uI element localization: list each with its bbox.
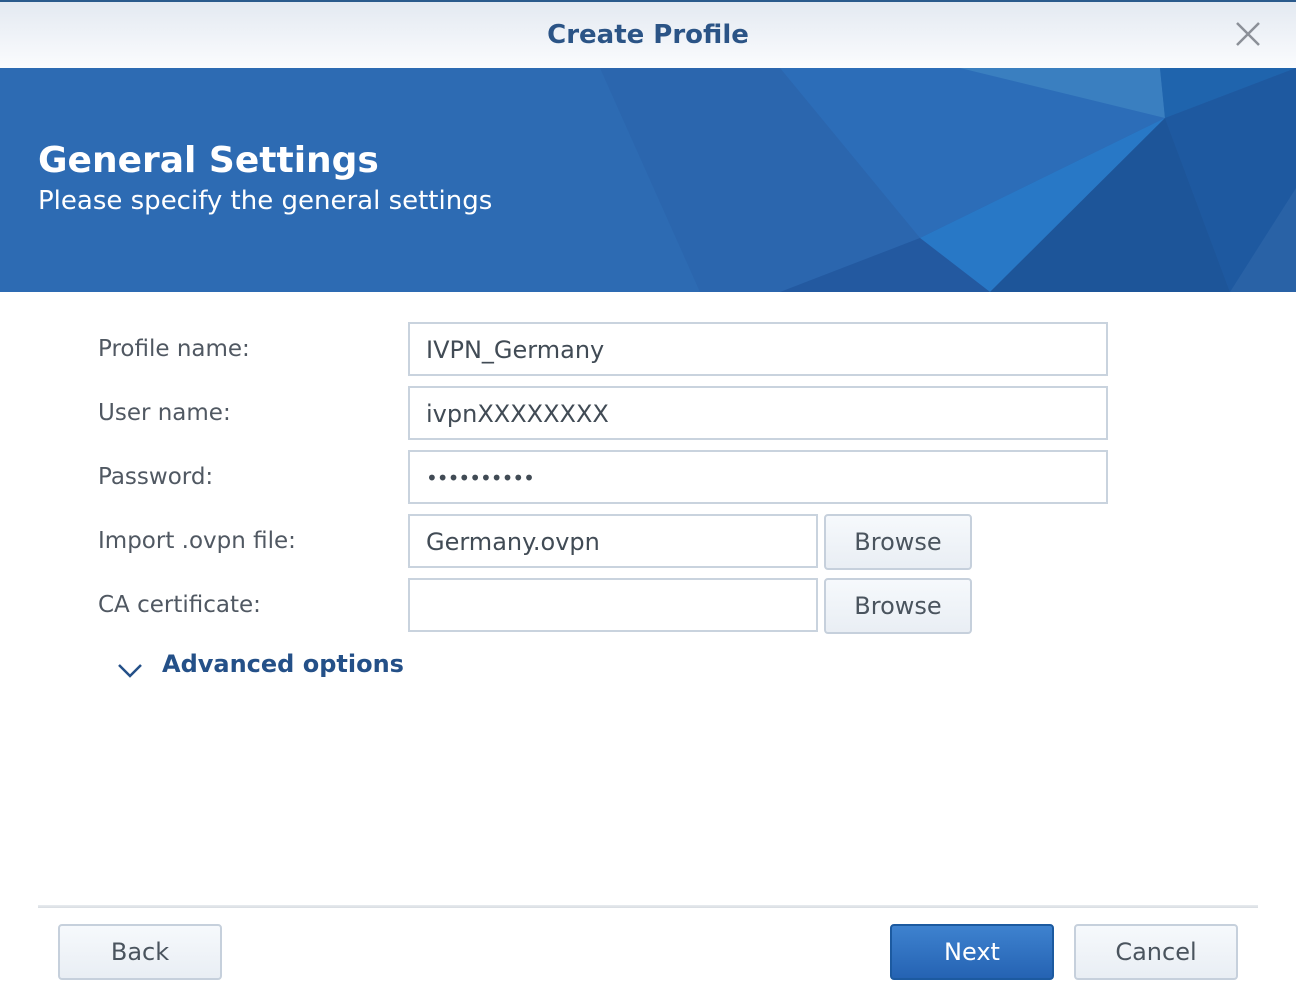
back-button[interactable]: Back: [58, 924, 222, 980]
ca-certificate-input[interactable]: [408, 578, 818, 632]
next-button[interactable]: Next: [890, 924, 1054, 980]
banner-subtitle: Please specify the general settings: [38, 186, 493, 216]
password-label: Password:: [98, 464, 214, 490]
user-name-input[interactable]: ivpnXXXXXXXX: [408, 386, 1108, 440]
cancel-button[interactable]: Cancel: [1074, 924, 1238, 980]
profile-name-label: Profile name:: [98, 336, 250, 362]
profile-name-input[interactable]: IVPN_Germany: [408, 322, 1108, 376]
dialog-title: Create Profile: [547, 20, 749, 50]
chevron-down-icon: [118, 664, 142, 678]
advanced-options-label: Advanced options: [162, 650, 404, 678]
dialog-titlebar: Create Profile: [0, 2, 1296, 68]
ovpn-file-input[interactable]: Germany.ovpn: [408, 514, 818, 568]
header-banner: General Settings Please specify the gene…: [0, 68, 1296, 292]
close-icon[interactable]: [1232, 18, 1264, 50]
ca-certificate-label: CA certificate:: [98, 592, 261, 618]
ovpn-file-label: Import .ovpn file:: [98, 528, 296, 554]
ovpn-browse-button[interactable]: Browse: [824, 514, 972, 570]
password-input[interactable]: ••••••••••: [408, 450, 1108, 504]
user-name-label: User name:: [98, 400, 231, 426]
ca-browse-button[interactable]: Browse: [824, 578, 972, 634]
banner-title: General Settings: [38, 140, 379, 181]
footer-divider: [38, 905, 1258, 908]
